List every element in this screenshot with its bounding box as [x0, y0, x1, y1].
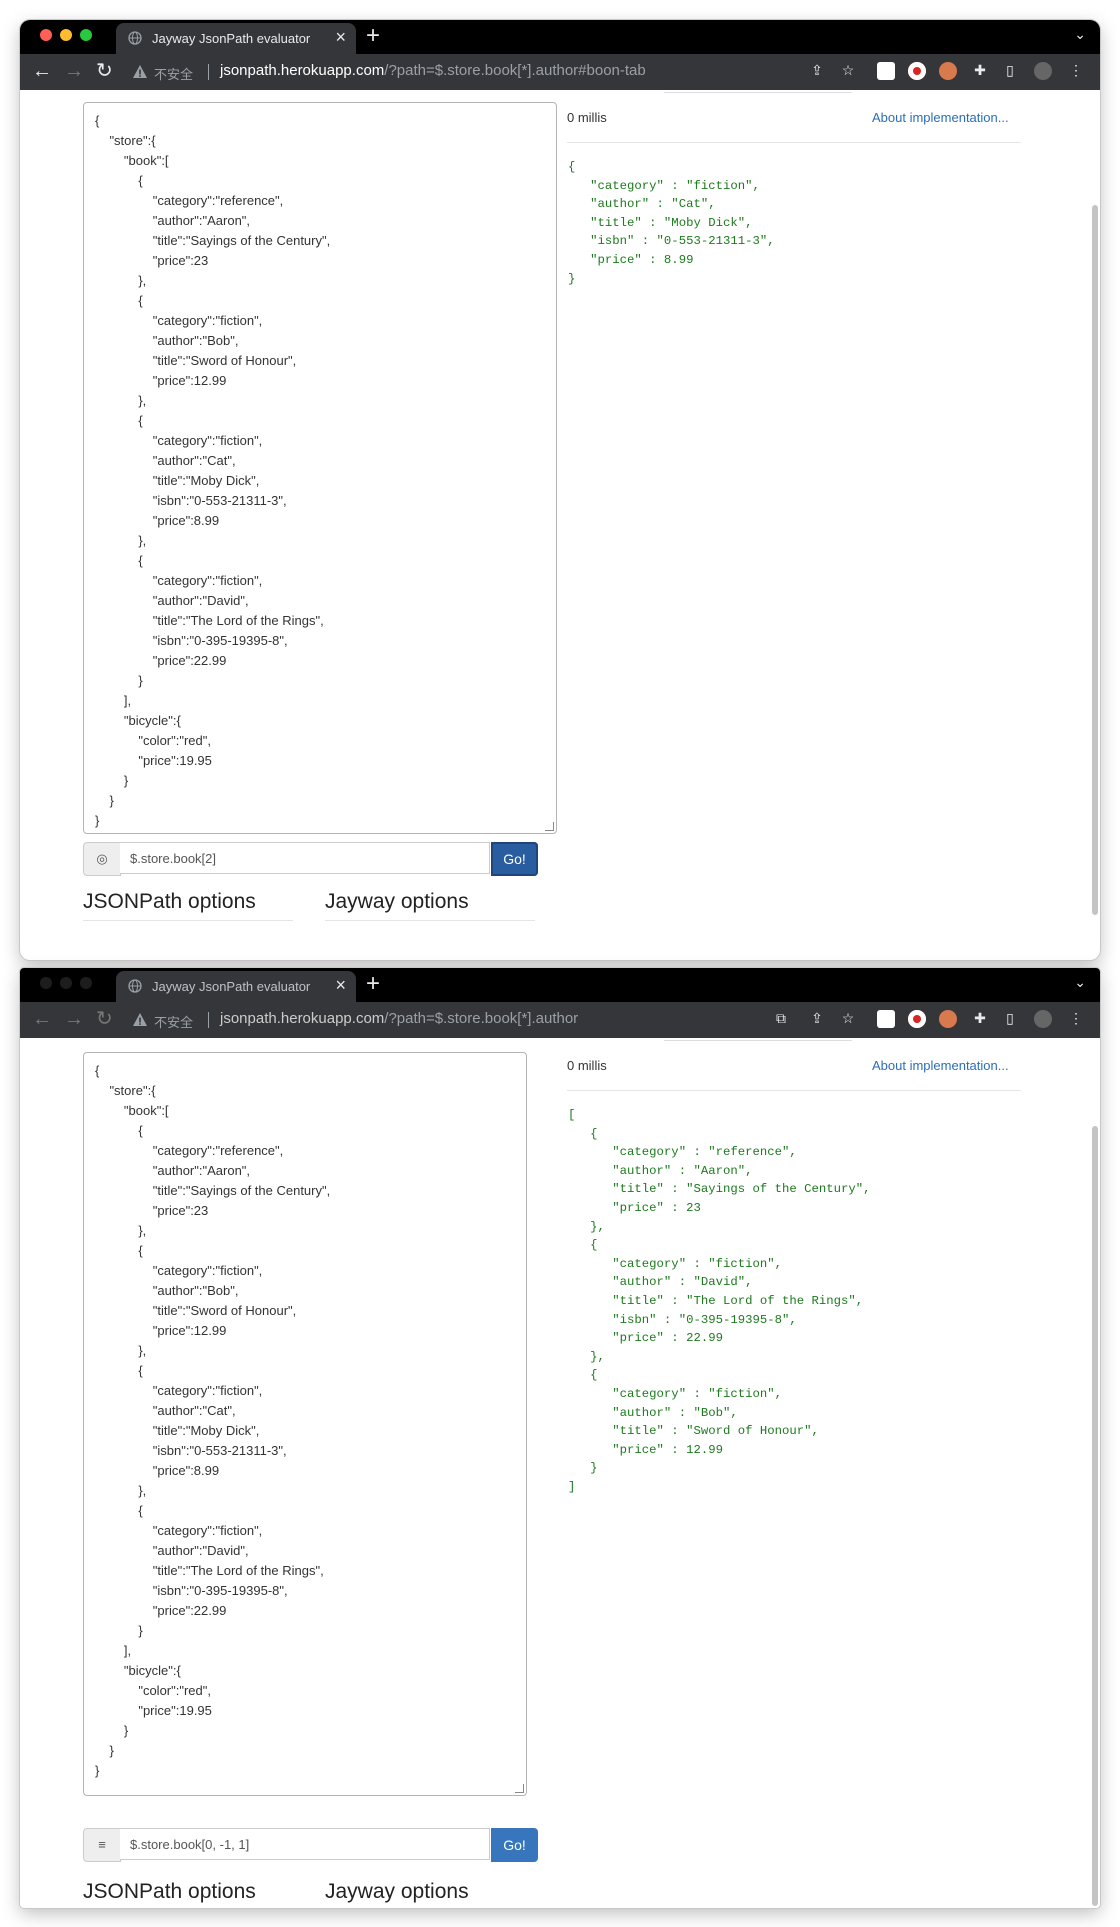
- page-content: { "store":{ "book":[ { "category":"refer…: [20, 90, 1100, 960]
- maximize-window-button[interactable]: [80, 29, 92, 41]
- puzzle-icon[interactable]: ✚: [970, 1010, 990, 1027]
- extension-avatar-icon[interactable]: [939, 62, 957, 80]
- menu-icon[interactable]: ⋮: [1066, 62, 1086, 79]
- warning-icon: [133, 65, 147, 78]
- browser-tab[interactable]: Jayway JsonPath evaluator ×: [116, 971, 356, 1002]
- minimize-window-button[interactable]: [60, 977, 72, 989]
- json-input-textarea[interactable]: { "store":{ "book":[ { "category":"refer…: [83, 102, 557, 834]
- scrollbar[interactable]: [1092, 1126, 1098, 1906]
- query-group: ≡ Go!: [83, 1828, 538, 1862]
- close-tab-icon[interactable]: ×: [335, 27, 346, 48]
- elapsed-time: 0 millis: [567, 1058, 607, 1073]
- address-bar[interactable]: 不安全 jsonpath.herokuapp.com/?path=$.store…: [130, 1005, 880, 1035]
- go-button[interactable]: Go!: [491, 842, 538, 876]
- chevron-down-icon[interactable]: ⌄: [1074, 974, 1086, 991]
- share-icon[interactable]: ⇪: [807, 1010, 827, 1027]
- extension-avatar-icon[interactable]: [939, 1010, 957, 1028]
- result-output: { "category" : "fiction", "author" : "Ca…: [568, 160, 775, 286]
- translate-icon[interactable]: ⧉: [771, 1010, 791, 1027]
- jayway-options-heading[interactable]: Jayway options: [325, 890, 535, 921]
- url-separator: [208, 64, 209, 80]
- browser-toolbar: ← → ↻ 不安全 jsonpath.herokuapp.com/?path=$…: [20, 54, 1100, 90]
- security-label: 不安全: [154, 1015, 194, 1030]
- result-output: [ { "category" : "reference", "author" :…: [568, 1108, 871, 1494]
- go-button[interactable]: Go!: [491, 1828, 538, 1862]
- target-icon[interactable]: ◎: [83, 842, 121, 876]
- warning-icon: [133, 1013, 147, 1026]
- minimize-window-button[interactable]: [60, 29, 72, 41]
- url-path: /?path=$.store.book[*].author: [384, 1010, 579, 1027]
- browser-tab[interactable]: Jayway JsonPath evaluator ×: [116, 23, 356, 54]
- tab-bar: Jayway JsonPath evaluator × + ⌄: [20, 20, 1100, 54]
- scrollbar[interactable]: [1092, 205, 1098, 915]
- forward-icon[interactable]: →: [64, 60, 84, 82]
- browser-window-2: Jayway JsonPath evaluator × + ⌄ ← → ↻ 不安…: [20, 968, 1100, 1908]
- tab-title: Jayway JsonPath evaluator: [152, 31, 311, 46]
- extension-ht-icon[interactable]: [877, 1010, 895, 1028]
- bookmark-star-icon[interactable]: ☆: [838, 1010, 858, 1027]
- close-window-button[interactable]: [40, 977, 52, 989]
- url-host: jsonpath.herokuapp.com: [220, 1010, 385, 1027]
- globe-icon: [128, 31, 142, 45]
- tab-bar: Jayway JsonPath evaluator × + ⌄: [20, 968, 1100, 1002]
- extension-record-icon[interactable]: [908, 62, 926, 80]
- puzzle-icon[interactable]: ✚: [970, 62, 990, 79]
- share-icon[interactable]: ⇪: [807, 62, 827, 79]
- json-input-textarea[interactable]: { "store":{ "book":[ { "category":"refer…: [83, 1052, 527, 1796]
- new-tab-icon[interactable]: +: [366, 970, 380, 998]
- about-implementation-link[interactable]: About implementation...: [872, 110, 1009, 125]
- elapsed-time: 0 millis: [567, 110, 607, 125]
- url-path: /?path=$.store.book[*].author#boon-tab: [384, 62, 646, 79]
- address-bar[interactable]: 不安全 jsonpath.herokuapp.com/?path=$.store…: [130, 57, 880, 87]
- json-input-text: { "store":{ "book":[ { "category":"refer…: [95, 113, 331, 828]
- window-controls: [40, 976, 100, 994]
- new-tab-icon[interactable]: +: [366, 22, 380, 50]
- url-separator: [208, 1012, 209, 1028]
- jsonpath-query-input[interactable]: [120, 842, 490, 874]
- jayway-options-heading[interactable]: Jayway options: [325, 1880, 535, 1908]
- resize-handle-icon[interactable]: [545, 822, 554, 831]
- close-tab-icon[interactable]: ×: [335, 975, 346, 996]
- bookmark-star-icon[interactable]: ☆: [838, 62, 858, 79]
- chevron-down-icon[interactable]: ⌄: [1074, 26, 1086, 43]
- close-window-button[interactable]: [40, 29, 52, 41]
- tab-title: Jayway JsonPath evaluator: [152, 979, 311, 994]
- window-controls: [40, 28, 100, 46]
- sidebar-icon[interactable]: ▯: [1000, 1010, 1020, 1027]
- browser-toolbar: ← → ↻ 不安全 jsonpath.herokuapp.com/?path=$…: [20, 1002, 1100, 1038]
- list-icon[interactable]: ≡: [83, 1828, 121, 1862]
- url-text: jsonpath.herokuapp.com/?path=$.store.boo…: [220, 1010, 578, 1027]
- jsonpath-options-heading[interactable]: JSONPath options: [83, 890, 293, 921]
- profile-avatar[interactable]: [1034, 1010, 1052, 1028]
- security-label: 不安全: [154, 67, 194, 82]
- divider: [567, 142, 1021, 143]
- forward-icon[interactable]: →: [64, 1008, 84, 1030]
- query-group: ◎ Go!: [83, 842, 538, 876]
- reload-icon[interactable]: ↻: [96, 60, 113, 82]
- back-icon[interactable]: ←: [32, 1008, 52, 1030]
- reload-icon[interactable]: ↻: [96, 1008, 113, 1030]
- back-icon[interactable]: ←: [32, 60, 52, 82]
- globe-icon: [128, 979, 142, 993]
- menu-icon[interactable]: ⋮: [1066, 1010, 1086, 1027]
- tab-strip-edge: [664, 90, 852, 93]
- resize-handle-icon[interactable]: [515, 1784, 524, 1793]
- jsonpath-options-heading[interactable]: JSONPath options: [83, 1880, 293, 1908]
- jsonpath-query-input[interactable]: [120, 1828, 490, 1860]
- profile-avatar[interactable]: [1034, 62, 1052, 80]
- extension-ht-icon[interactable]: [877, 62, 895, 80]
- tab-strip-edge: [664, 1038, 852, 1041]
- url-text: jsonpath.herokuapp.com/?path=$.store.boo…: [220, 62, 646, 79]
- extension-record-icon[interactable]: [908, 1010, 926, 1028]
- page-content: { "store":{ "book":[ { "category":"refer…: [20, 1038, 1100, 1908]
- url-host: jsonpath.herokuapp.com: [220, 62, 385, 79]
- sidebar-icon[interactable]: ▯: [1000, 62, 1020, 79]
- browser-window-1: Jayway JsonPath evaluator × + ⌄ ← → ↻ 不安…: [20, 20, 1100, 960]
- maximize-window-button[interactable]: [80, 977, 92, 989]
- divider: [567, 1090, 1021, 1091]
- about-implementation-link[interactable]: About implementation...: [872, 1058, 1009, 1073]
- json-input-text: { "store":{ "book":[ { "category":"refer…: [95, 1063, 331, 1778]
